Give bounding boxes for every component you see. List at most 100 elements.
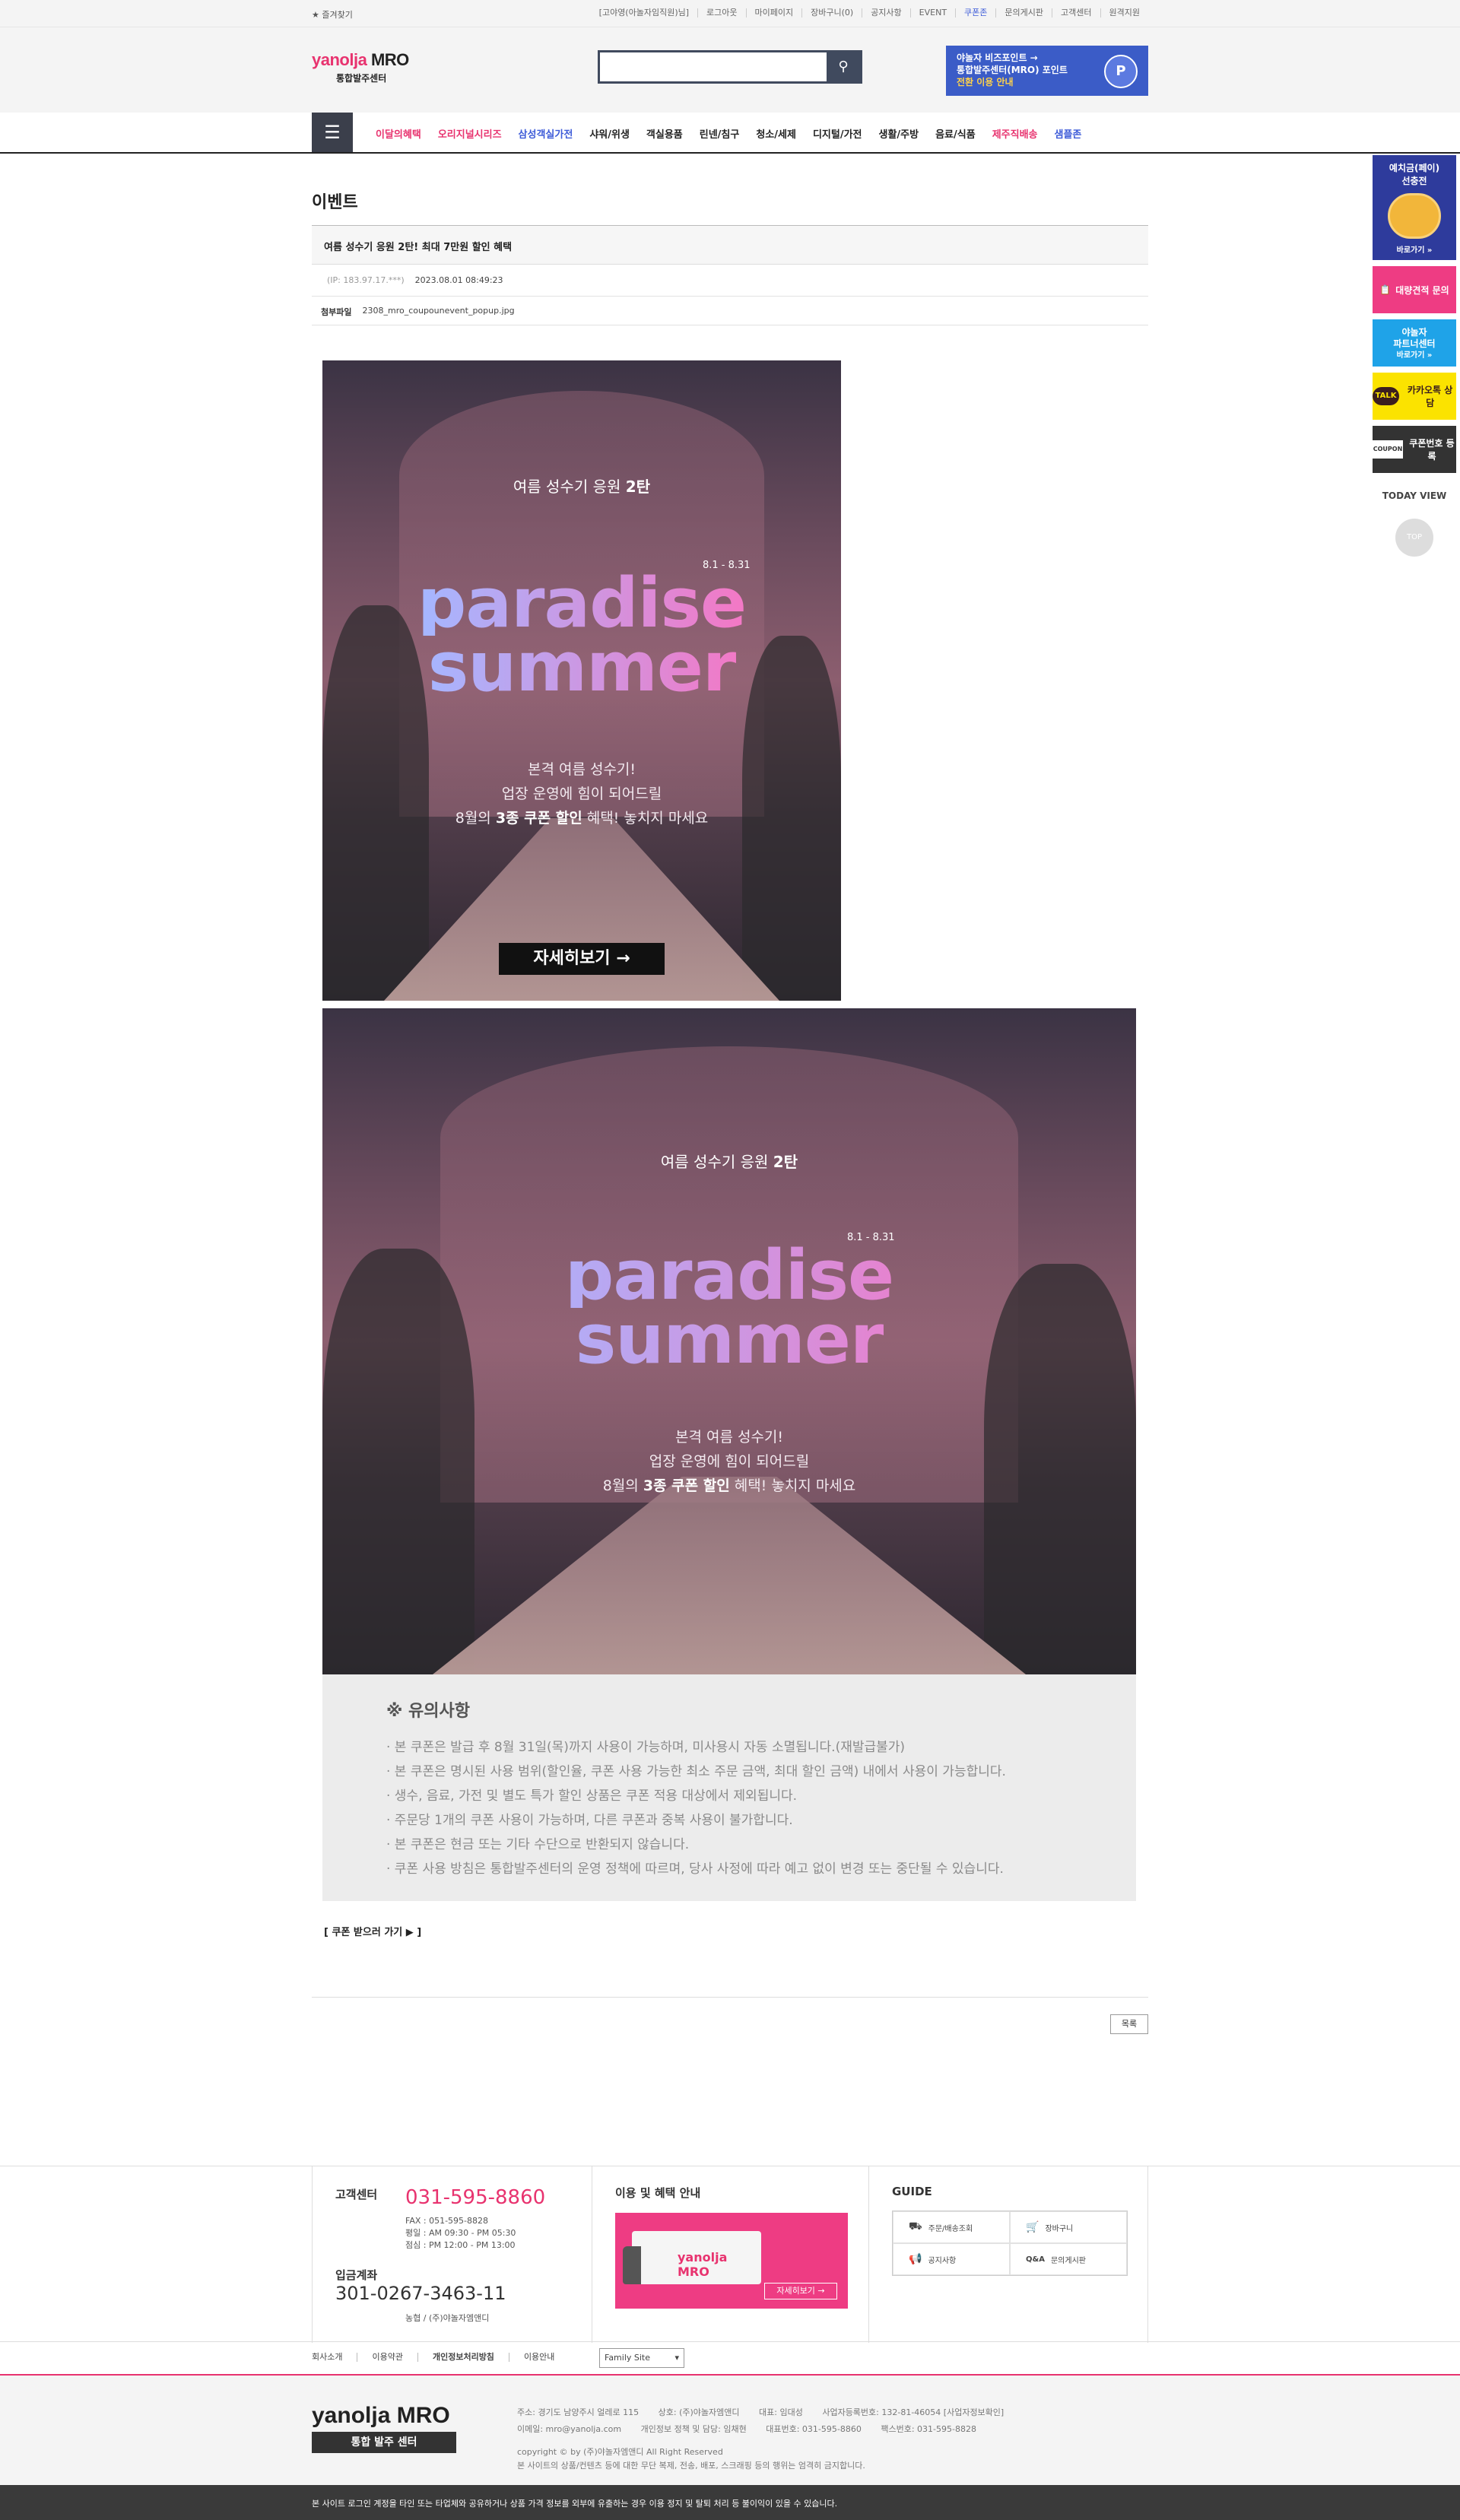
nav-item-linen[interactable]: 린넨/침구 — [700, 126, 740, 141]
family-site-select[interactable]: Family Site ▾ — [599, 2348, 684, 2368]
cart-link[interactable]: 장바구니(0) — [801, 8, 862, 17]
today-view: TODAY VIEW — [1382, 490, 1447, 501]
benefit-more-button[interactable]: 자세히보기 → — [764, 2283, 837, 2299]
poster-title-line1: paradise — [322, 1242, 1136, 1310]
cs-weekday: 평일 : AM 09:30 - PM 05:30 — [405, 2228, 516, 2238]
nav-item-monthly-benefit[interactable]: 이달의혜택 — [376, 126, 421, 141]
chevron-down-icon: ▾ — [674, 2353, 679, 2363]
logo-subtitle: 통합발주센터 — [336, 73, 387, 84]
coins-icon — [1388, 193, 1441, 239]
hamburger-menu-icon[interactable]: ☰ — [312, 113, 353, 152]
attachment-file-link[interactable]: 2308_mro_coupounevent_popup.jpg — [362, 306, 514, 316]
deposit-sub: 선충전 — [1401, 176, 1427, 186]
company-fax: 팩스번호: 031-595-8828 — [881, 2424, 976, 2434]
bulk-quote-button[interactable]: 📋 대량견적 문의 — [1373, 266, 1456, 313]
guide-order-tracking[interactable]: ⛟ 주문/배송조회 — [893, 2211, 1010, 2243]
kakao-label: 카카오톡 상담 — [1407, 385, 1453, 408]
company-tel: 대표번호: 031-595-8860 — [766, 2424, 862, 2434]
favorite-link[interactable]: ★ 즐겨찾기 — [312, 8, 353, 21]
company-info: 주소: 경기도 남양주시 얼레로 115 상호: (주)야놀자엠앤디 대표: 임… — [517, 2404, 1020, 2473]
search-button[interactable]: ⚲ — [827, 52, 860, 81]
post-meta: (IP: 183.97.17.***) 2023.08.01 08:49:23 — [312, 265, 1148, 297]
event-link[interactable]: EVENT — [909, 8, 955, 17]
poster-subtitle: 여름 성수기 응원 2탄 — [513, 478, 651, 496]
logout-link[interactable]: 로그아웃 — [697, 8, 745, 17]
nav-item-room-supplies[interactable]: 객실용품 — [646, 126, 683, 141]
nav-item-jeju[interactable]: 제주직배송 — [992, 126, 1038, 141]
coupon-register-button[interactable]: COUPON 쿠폰번호 등록 — [1373, 426, 1456, 473]
footer-link-privacy[interactable]: 개인정보처리방침 — [417, 2353, 509, 2362]
footer-link-terms[interactable]: 이용약관 — [357, 2353, 417, 2362]
customer-center-link[interactable]: 고객센터 — [1052, 8, 1100, 17]
guide-notice[interactable]: 📢 공지사항 — [893, 2243, 1010, 2275]
couponzone-link[interactable]: 쿠폰존 — [955, 8, 995, 17]
notice-item: · 쿠폰 사용 방침은 통합발주센터의 운영 정책에 따르며, 당사 사정에 따… — [386, 1861, 1004, 1877]
cs-lunch: 점심 : PM 12:00 - PM 13:00 — [405, 2240, 516, 2250]
cs-fax: FAX : 051-595-8828 — [405, 2216, 489, 2226]
footer-logo-tag: 통합 발주 센터 — [312, 2432, 456, 2453]
nav-item-shower[interactable]: 샤워/위생 — [589, 126, 630, 141]
truck-logo: yanolja MRO — [678, 2250, 728, 2279]
footer-logo: yanolja MRO 통합 발주 센터 — [312, 2403, 456, 2453]
notice-link[interactable]: 공지사항 — [862, 8, 909, 17]
deposit-title: 예치금(페이) — [1389, 163, 1440, 173]
company-bizno: 사업자등록번호: 132-81-46054 [사업자정보확인] — [822, 2407, 1005, 2417]
company-ceo: 대표: 임대성 — [759, 2407, 803, 2417]
event-poster-main: 여름 성수기 응원 2탄 8.1 - 8.31 paradise summer … — [322, 1008, 1136, 1674]
nav-item-living[interactable]: 생활/주방 — [879, 126, 919, 141]
nav-item-original-series[interactable]: 오리지널시리즈 — [438, 126, 502, 141]
bulk-quote-label: 대량견적 문의 — [1395, 284, 1449, 296]
scroll-top-button[interactable]: TOP — [1395, 519, 1433, 557]
notice-item: · 본 쿠폰은 명시된 사용 범위(할인율, 쿠폰 사용 가능한 최소 주문 금… — [386, 1764, 1006, 1779]
poster-detail-button[interactable]: 자세히보기 → — [499, 943, 665, 975]
remote-support-link[interactable]: 원격지원 — [1100, 8, 1148, 17]
logo-brand: yanolja — [312, 50, 367, 69]
quick-menu: 예치금(페이) 선충전 바로가기 » 📋 대량견적 문의 야놀자 파트너센터 바… — [1373, 155, 1456, 557]
guide-cart[interactable]: 🛒 장바구니 — [1010, 2211, 1127, 2243]
coupon-register-label: 쿠폰번호 등록 — [1409, 438, 1455, 462]
partner-go: 바로가기 » — [1396, 351, 1433, 360]
kakao-chat-button[interactable]: TALK 카카오톡 상담 — [1373, 373, 1456, 420]
event-poster-popup: 여름 성수기 응원 2탄 8.1 - 8.31 paradise summer … — [322, 360, 841, 1001]
post-attachment: 첨부파일 2308_mro_coupounevent_popup.jpg — [312, 297, 1148, 325]
user-name: [고야영(아놀자임직원)님] — [598, 8, 690, 17]
deposit-charge-banner[interactable]: 예치금(페이) 선충전 바로가기 » — [1373, 155, 1456, 260]
notice-item: · 주문당 1개의 쿠폰 사용이 가능하며, 다른 쿠폰과 중복 사용이 불가합… — [386, 1813, 793, 1828]
mypage-link[interactable]: 마이페이지 — [745, 8, 802, 17]
footer-link-about[interactable]: 회사소개 — [312, 2353, 357, 2362]
search-input[interactable] — [600, 52, 825, 81]
search-box: ⚲ — [598, 50, 862, 84]
footer-bottom: yanolja MRO 통합 발주 센터 주소: 경기도 남양주시 얼레로 11… — [0, 2376, 1460, 2485]
event-content: 이벤트 여름 성수기 응원 2탄! 최대 7만원 할인 혜택 (IP: 183.… — [312, 154, 1148, 2034]
post-date: 2023.08.01 08:49:23 — [414, 275, 503, 285]
notice-item: · 생수, 음료, 가전 및 별도 특가 할인 상품은 쿠폰 적용 대상에서 제… — [386, 1788, 798, 1804]
nav-item-cleaning[interactable]: 청소/세제 — [756, 126, 796, 141]
poster-title-line1: paradise — [322, 570, 841, 638]
list-area: 목록 — [312, 1997, 1148, 2034]
list-button[interactable]: 목록 — [1110, 2014, 1148, 2034]
footer-links: 회사소개 이용약관 개인정보처리방침 이용안내 Family Site ▾ — [0, 2342, 1460, 2376]
qa-icon: Q&A — [1026, 2255, 1045, 2264]
copyright: copyright © by (주)야놀자엠앤디 All Right Reser… — [517, 2447, 723, 2457]
copy-notice: 본 사이트의 상품/컨텐츠 등에 대한 무단 복제, 전송, 배포, 스크래핑 … — [517, 2461, 865, 2471]
company-name: 상호: (주)야놀자엠앤디 — [658, 2407, 740, 2417]
get-coupon-link[interactable]: [ 쿠폰 받으러 가기 ▶ ] — [324, 1924, 421, 1938]
guide-inquiry[interactable]: Q&A 문의게시판 — [1010, 2243, 1127, 2275]
nav-item-digital[interactable]: 디지털/가전 — [813, 126, 862, 141]
company-privacy-officer: 개인정보 정책 및 담당: 임채현 — [640, 2424, 747, 2434]
poster-body: 본격 여름 성수기! 업장 운영에 힘이 되어드릴 8월의 3종 쿠폰 할인 혜… — [455, 761, 709, 827]
partner-line1: 야놀자 — [1401, 327, 1427, 338]
benefit-banner[interactable]: yanolja MRO 자세히보기 → — [615, 2213, 848, 2309]
footer-link-guide[interactable]: 이용안내 — [508, 2353, 569, 2362]
truck-icon: ⛟ — [909, 2220, 922, 2233]
inquiry-board-link[interactable]: 문의게시판 — [995, 8, 1052, 17]
poster-title-line2: summer — [322, 1306, 1136, 1374]
nav-item-beverage[interactable]: 음료/식품 — [935, 126, 976, 141]
bizpoint-promo-banner[interactable]: 야놀자 비즈포인트 → 통합발주센터(MRO) 포인트 전환 이용 안내 P — [946, 46, 1148, 96]
nav-item-sample[interactable]: 샘플존 — [1055, 126, 1082, 141]
guide-title: GUIDE — [892, 2185, 932, 2198]
site-logo[interactable]: yanolja MRO 통합발주센터 — [312, 50, 409, 84]
partner-center-button[interactable]: 야놀자 파트너센터 바로가기 » — [1373, 319, 1456, 367]
nav-item-samsung[interactable]: 삼성객실가전 — [519, 126, 573, 141]
page-title: 이벤트 — [312, 193, 358, 212]
